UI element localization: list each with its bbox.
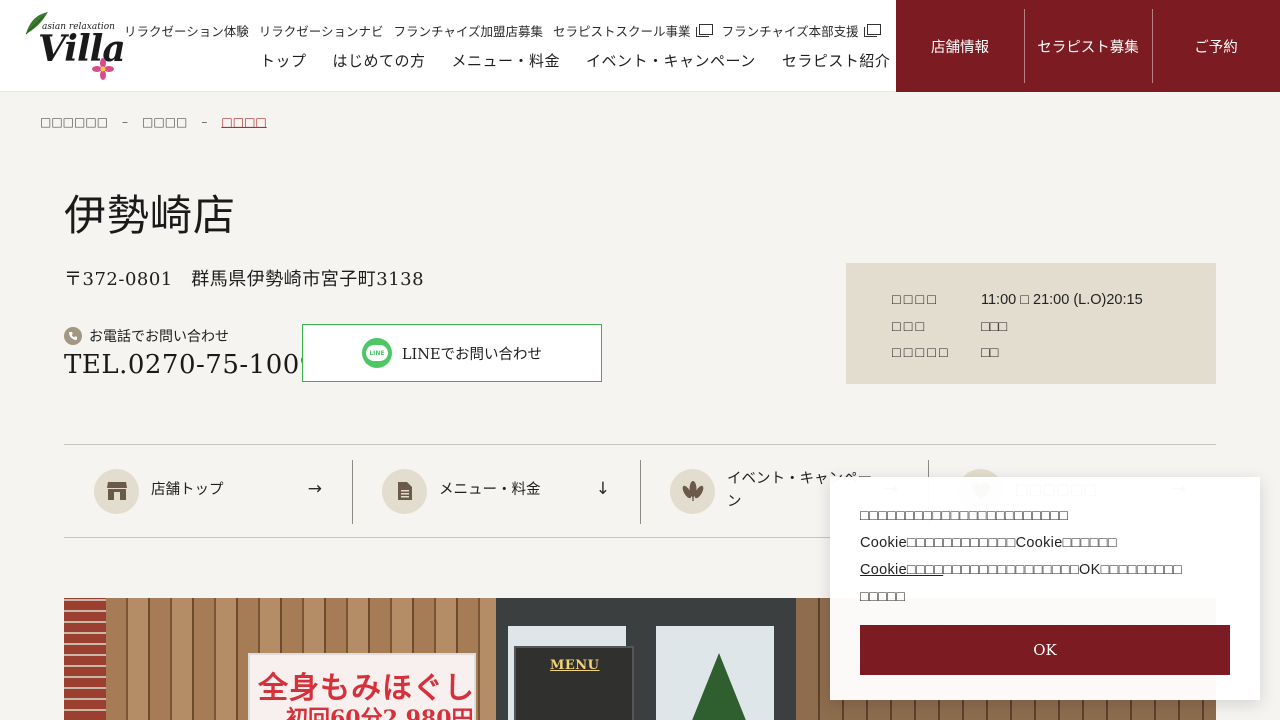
subnav-item[interactable]: フランチャイズ加盟店募集	[394, 21, 544, 40]
cookie-text-line: Cookie□□□□□□□□□□□□Cookie□□□□□□	[860, 535, 1117, 551]
hours-value: □□□	[981, 318, 1008, 335]
hours-row: □□□□ 11:00 □ 21:00 (L.O)20:15	[892, 287, 1216, 314]
breadcrumb-separator: –	[122, 115, 129, 129]
external-link-icon	[695, 24, 713, 37]
cookie-ok-button[interactable]: OK	[860, 625, 1230, 675]
nav-menu-price[interactable]: メニュー・料金	[452, 50, 561, 71]
subnav-label: フランチャイズ加盟店募集	[393, 23, 544, 39]
page-title: 伊勢崎店	[64, 191, 237, 240]
store-nav-label: メニュー・料金	[439, 482, 541, 499]
cookie-text: □□□□□□□□□□□□□□□OK□□□□□□□□□	[943, 562, 1183, 578]
subnav-item[interactable]: フランチャイズ本部支援	[721, 21, 881, 40]
nav-therapist[interactable]: セラピスト紹介	[782, 50, 891, 71]
breadcrumb-current[interactable]: □□□□	[221, 115, 266, 129]
promo-sign: 全身もみほぐし 初回60分2,980円	[248, 653, 476, 720]
phone-icon	[64, 327, 82, 345]
main-navigation: トップ はじめての方 メニュー・料金 イベント・キャンペーン セラピスト紹介	[260, 50, 890, 70]
nav-event-campaign[interactable]: イベント・キャンペーン	[586, 50, 756, 71]
brick-wall	[64, 598, 106, 720]
sub-navigation: リラクゼーション体験 リラクゼーションナビ フランチャイズ加盟店募集 セラピスト…	[124, 21, 881, 40]
hours-row: □□□□□ □□	[892, 340, 1216, 367]
breadcrumb-item[interactable]: □□□□□□	[40, 115, 108, 129]
phone-number[interactable]: TEL.0270-75-1009	[64, 350, 317, 380]
nav-top[interactable]: トップ	[260, 50, 307, 71]
subnav-label: リラクゼーションナビ	[258, 23, 384, 39]
line-icon: LINE	[361, 338, 392, 368]
nav-first-time[interactable]: はじめての方	[333, 50, 426, 71]
cookie-consent-banner: □□□□□□□□□□□□□□□□□□□□□□□ Cookie□□□□□□□□□□…	[830, 477, 1260, 700]
villa-logo[interactable]: asian relaxation Villa	[22, 8, 126, 82]
store-address: 〒372-0801 群馬県伊勢崎市宮子町3138	[64, 269, 425, 290]
shop-icon	[94, 468, 139, 514]
breadcrumb-separator: –	[201, 115, 208, 129]
store-nav-top[interactable]: 店舗トップ →	[64, 445, 352, 537]
subnav-label: セラピストスクール事業	[553, 23, 691, 39]
cookie-text-line: □□□□□	[860, 589, 906, 605]
sign-text-price: 初回60分2,980円	[286, 706, 474, 720]
subnav-item[interactable]: リラクゼーション体験	[124, 21, 249, 40]
reservation-button[interactable]: ご予約	[1152, 0, 1280, 92]
breadcrumb-item[interactable]: □□□□	[142, 115, 187, 129]
external-link-icon	[863, 24, 881, 37]
hours-label: □□□□	[892, 292, 940, 309]
hours-label: □□□□□	[892, 345, 951, 362]
store-nav-label: 店舗トップ	[151, 482, 224, 499]
store-hours-box: □□□□ 11:00 □ 21:00 (L.O)20:15 □□□ □□□ □□…	[846, 263, 1216, 384]
hours-row: □□□ □□□	[892, 314, 1216, 341]
line-icon-text: LINE	[365, 345, 388, 361]
subnav-item[interactable]: リラクゼーションナビ	[259, 21, 384, 40]
breadcrumb: □□□□□□ – □□□□ – □□□□	[40, 115, 267, 129]
phone-label: お電話でお問い合わせ	[64, 326, 229, 346]
subnav-item[interactable]: セラピストスクール事業	[553, 21, 713, 40]
menu-board-title: MENU	[550, 658, 600, 673]
store-nav-menu[interactable]: メニュー・料金 ↓	[352, 445, 640, 537]
site-header: asian relaxation Villa リラクゼーション体験 リラクゼーシ…	[0, 0, 1280, 92]
hours-value: 11:00 □ 21:00 (L.O)20:15	[981, 292, 1143, 309]
hours-label: □□□	[892, 318, 928, 335]
line-contact-button[interactable]: LINE LINEでお問い合わせ	[302, 324, 602, 382]
subnav-label: リラクゼーション体験	[124, 23, 249, 39]
cookie-message: □□□□□□□□□□□□□□□□□□□□□□□ Cookie□□□□□□□□□□…	[860, 503, 1230, 611]
header-buttons: 店舗情報 セラピスト募集 ご予約	[896, 0, 1280, 92]
lotus-icon	[670, 468, 715, 514]
flower-icon	[92, 58, 114, 80]
document-icon	[382, 468, 427, 514]
cookie-text-line: Cookie□□□□□□□□□□□□□□□□□□□OK□□□□□□□□□	[860, 557, 1230, 584]
arrow-down-icon: ↓	[595, 479, 610, 499]
subnav-label: フランチャイズ本部支援	[721, 23, 859, 39]
menu-board: MENU	[514, 646, 634, 720]
store-info-button[interactable]: 店舗情報	[896, 0, 1024, 92]
therapist-recruit-button[interactable]: セラピスト募集	[1024, 0, 1152, 92]
cookie-policy-link[interactable]: Cookie□□□□	[860, 562, 943, 578]
cookie-text-line: □□□□□□□□□□□□□□□□□□□□□□□	[860, 508, 1069, 524]
tree-reflection	[689, 653, 749, 720]
arrow-right-icon: →	[307, 479, 322, 499]
line-button-label: LINEでお問い合わせ	[401, 346, 543, 363]
phone-label-text: お電話でお問い合わせ	[89, 329, 229, 345]
hours-value: □□	[981, 345, 999, 362]
